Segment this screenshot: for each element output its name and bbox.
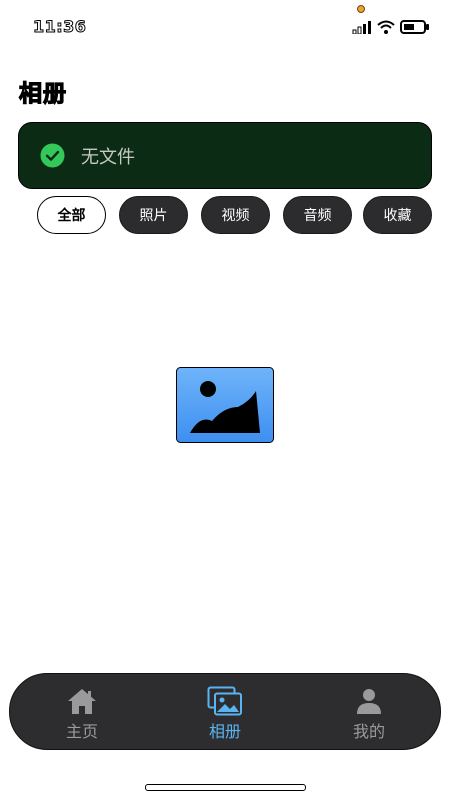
nav-label-album: 相册 bbox=[208, 722, 241, 741]
tab-photos[interactable]: 照片 bbox=[119, 196, 188, 234]
bottom-nav: 主页 相册 我的 bbox=[9, 673, 441, 750]
nav-item-home[interactable]: 主页 bbox=[27, 674, 137, 751]
album-icon bbox=[207, 686, 242, 716]
image-placeholder-icon bbox=[176, 367, 274, 443]
banner-message: 无文件 bbox=[81, 146, 135, 168]
status-time: 11:36 bbox=[32, 17, 87, 37]
home-indicator[interactable] bbox=[145, 784, 306, 791]
status-bar: 11:36 bbox=[0, 0, 450, 44]
tab-audio[interactable]: 音频 bbox=[283, 196, 352, 234]
page-title: 相册 bbox=[18, 80, 67, 107]
wifi-icon bbox=[377, 20, 395, 34]
home-icon bbox=[68, 689, 96, 714]
nav-item-album[interactable]: 相册 bbox=[170, 674, 280, 751]
privacy-indicator-dot bbox=[357, 5, 365, 13]
nav-label-home: 主页 bbox=[65, 722, 98, 741]
tab-favorites[interactable]: 收藏 bbox=[363, 196, 432, 234]
status-icons bbox=[352, 18, 430, 36]
status-banner: 无文件 bbox=[18, 122, 432, 189]
nav-label-me: 我的 bbox=[352, 722, 385, 741]
tab-all[interactable]: 全部 bbox=[37, 196, 106, 234]
check-circle-icon bbox=[40, 143, 65, 168]
signal-icon bbox=[352, 21, 371, 34]
tab-videos[interactable]: 视频 bbox=[201, 196, 270, 234]
person-icon bbox=[357, 689, 381, 714]
nav-item-me[interactable]: 我的 bbox=[314, 674, 424, 751]
battery-icon bbox=[400, 20, 429, 34]
